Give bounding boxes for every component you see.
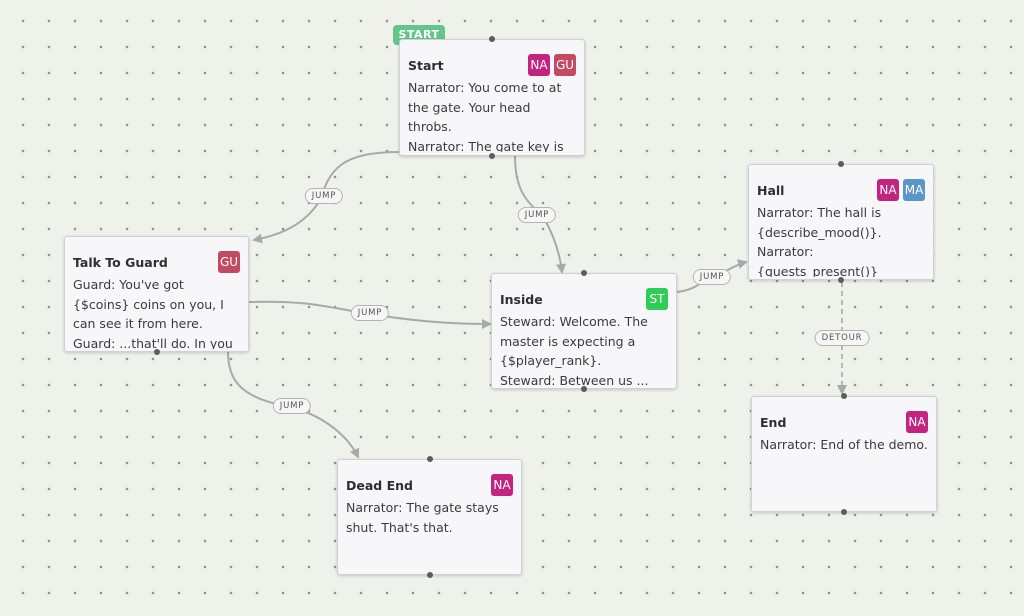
speaker-badge-na: NA <box>906 411 928 433</box>
dialogue-line: Steward: Between us ... that <box>500 372 649 387</box>
speaker-badge-st: ST <box>646 288 668 310</box>
node-header: End NA <box>760 411 928 433</box>
speaker-badge-gu: GU <box>554 54 576 76</box>
node-title: Inside <box>500 291 543 307</box>
node-talk-to-guard[interactable]: Talk To Guard GU Guard: You've got {$coi… <box>64 236 249 355</box>
edge-label-jump[interactable]: JUMP <box>272 398 312 414</box>
output-port[interactable] <box>154 349 160 355</box>
node-title: Hall <box>757 182 785 198</box>
node-header: Hall NA MA <box>757 179 925 201</box>
dialogue-line: Steward: Welcome. The master is expectin… <box>500 314 648 368</box>
output-port[interactable] <box>581 386 587 392</box>
input-port[interactable] <box>489 36 495 42</box>
speaker-badges: NA MA <box>877 179 925 201</box>
speaker-badges: NA <box>491 474 513 496</box>
node-body: Guard: You've got {$coins} coins on you,… <box>73 275 240 349</box>
node-title: Talk To Guard <box>73 254 168 270</box>
dialogue-line: Narrator: The hall is {describe_mood()}. <box>757 205 882 240</box>
node-header: Start NA GU <box>408 54 576 76</box>
speaker-badges: NA <box>906 411 928 433</box>
node-header: Dead End NA <box>346 474 513 496</box>
node-body: Narrator: You come to at the gate. Your … <box>408 78 576 152</box>
dialogue-line: Narrator: {guests_present()} guests, at … <box>757 244 878 277</box>
output-port[interactable] <box>841 509 847 515</box>
dialogue-line: Guard: ...that'll do. In you go. <box>73 335 233 350</box>
output-port[interactable] <box>489 153 495 159</box>
speaker-badges: ST <box>646 288 668 310</box>
node-body: Steward: Welcome. The master is expectin… <box>500 312 668 386</box>
edge-label-jump[interactable]: JUMP <box>350 305 390 321</box>
speaker-badge-na: NA <box>877 179 899 201</box>
input-port[interactable] <box>581 270 587 276</box>
node-inside[interactable]: Inside ST Steward: Welcome. The master i… <box>491 270 677 392</box>
node-title: Dead End <box>346 477 413 493</box>
edge-label-jump[interactable]: JUMP <box>304 188 344 204</box>
node-header: Talk To Guard GU <box>73 251 240 273</box>
node-end[interactable]: End NA Narrator: End of the demo. <box>751 393 937 515</box>
speaker-badge-ma: MA <box>903 179 925 201</box>
node-dead-end[interactable]: Dead End NA Narrator: The gate stays shu… <box>337 456 522 578</box>
edge-label-jump[interactable]: JUMP <box>517 207 557 223</box>
speaker-badge-gu: GU <box>218 251 240 273</box>
dialogue-line: Narrator: You come to at the gate. Your … <box>408 80 562 134</box>
node-title: Start <box>408 57 444 73</box>
edge-label-detour[interactable]: DETOUR <box>814 330 870 346</box>
dialogue-line: Narrator: The gate key is still in your … <box>408 138 564 153</box>
dialogue-line: Narrator: End of the demo. <box>760 437 928 452</box>
node-header: Inside ST <box>500 288 668 310</box>
graph-canvas[interactable]: JUMP JUMP JUMP JUMP JUMP DETOUR START St… <box>0 0 1024 616</box>
output-port[interactable] <box>427 572 433 578</box>
output-port[interactable] <box>838 277 844 283</box>
node-body: Narrator: The hall is {describe_mood()}.… <box>757 203 925 277</box>
input-port[interactable] <box>427 456 433 462</box>
input-port[interactable] <box>841 393 847 399</box>
node-start[interactable]: Start NA GU Narrator: You come to at the… <box>399 36 585 159</box>
dialogue-line: Narrator: The gate stays shut. That's th… <box>346 500 499 535</box>
dialogue-line: Guard: You've got {$coins} coins on you,… <box>73 277 224 331</box>
speaker-badges: GU <box>218 251 240 273</box>
node-hall[interactable]: Hall NA MA Narrator: The hall is {descri… <box>748 161 934 283</box>
node-title: End <box>760 414 787 430</box>
speaker-badge-na: NA <box>528 54 550 76</box>
edge-label-jump[interactable]: JUMP <box>692 269 732 285</box>
node-body: Narrator: End of the demo. <box>760 435 928 509</box>
node-body: Narrator: The gate stays shut. That's th… <box>346 498 513 572</box>
speaker-badges: NA GU <box>528 54 576 76</box>
input-port[interactable] <box>838 161 844 167</box>
speaker-badge-na: NA <box>491 474 513 496</box>
